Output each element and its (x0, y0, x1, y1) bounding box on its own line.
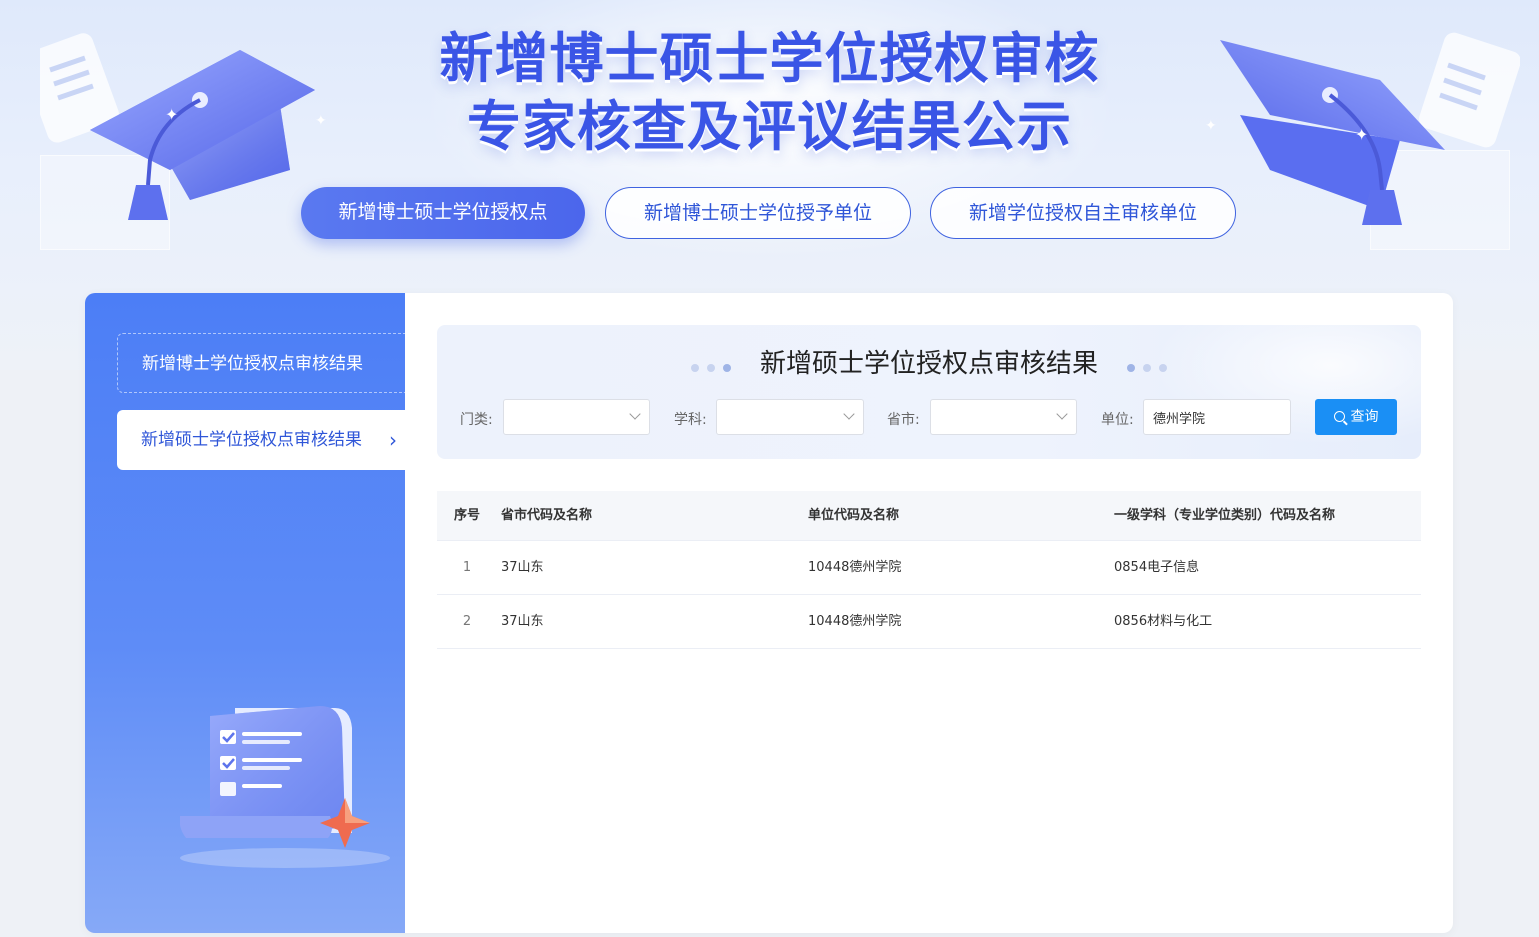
table-row: 1 37山东 10448德州学院 0854电子信息 (437, 541, 1421, 595)
table-header: 序号 省市代码及名称 单位代码及名称 一级学科（专业学位类别）代码及名称 (437, 491, 1421, 541)
unit-input[interactable] (1143, 399, 1291, 435)
subject-label: 学科: (674, 412, 707, 428)
chevron-right-icon: › (389, 428, 397, 452)
sidebar: 新增博士学位授权点审核结果 新增硕士学位授权点审核结果 › (85, 293, 405, 933)
chevron-down-icon (843, 408, 855, 420)
column-header-unit: 单位代码及名称 (808, 508, 900, 523)
decor-dots (1127, 357, 1175, 376)
content-area: 新增硕士学位授权点审核结果 门类: 学科: 省市: 单位: 查询 (437, 325, 1421, 649)
chevron-down-icon (1056, 408, 1068, 420)
query-button[interactable]: 查询 (1315, 399, 1397, 435)
row-unit: 10448德州学院 (808, 614, 902, 629)
sidebar-item-doctoral-results[interactable]: 新增博士学位授权点审核结果 (117, 333, 405, 393)
row-province: 37山东 (501, 614, 544, 629)
row-province: 37山东 (501, 560, 544, 575)
tab-degree-granting-units[interactable]: 新增博士硕士学位授予单位 (605, 187, 911, 239)
table-row: 2 37山东 10448德州学院 0856材料与化工 (437, 595, 1421, 649)
sidebar-item-label: 新增博士学位授权点审核结果 (142, 354, 363, 374)
row-index: 1 (462, 560, 472, 575)
row-subject: 0854电子信息 (1114, 560, 1200, 575)
tab-self-review-units[interactable]: 新增学位授权自主审核单位 (930, 187, 1236, 239)
query-button-label: 查询 (1350, 409, 1379, 425)
unit-label: 单位: (1101, 412, 1134, 428)
search-icon (1333, 411, 1345, 422)
province-label: 省市: (887, 412, 920, 428)
checklist-document-icon (180, 706, 390, 868)
chevron-down-icon (629, 408, 641, 420)
row-unit: 10448德州学院 (808, 560, 902, 575)
section-title: 新增硕士学位授权点审核结果 (759, 349, 1098, 379)
sidebar-item-master-results[interactable]: 新增硕士学位授权点审核结果 › (117, 410, 405, 470)
column-header-subject: 一级学科（专业学位类别）代码及名称 (1114, 508, 1336, 523)
results-table: 序号 省市代码及名称 单位代码及名称 一级学科（专业学位类别）代码及名称 1 3… (437, 491, 1421, 649)
row-subject: 0856材料与化工 (1114, 614, 1213, 629)
main-card: 新增博士学位授权点审核结果 新增硕士学位授权点审核结果 › 新增硕士学位授权点审… (85, 293, 1453, 933)
subject-select[interactable] (716, 399, 864, 435)
category-select[interactable] (503, 399, 650, 435)
column-header-province: 省市代码及名称 (501, 508, 593, 523)
filter-panel: 新增硕士学位授权点审核结果 门类: 学科: 省市: 单位: 查询 (437, 325, 1421, 459)
page-title-line-2: 专家核查及评议结果公示 (467, 95, 1072, 158)
row-index: 2 (462, 614, 472, 629)
column-header-index: 序号 (453, 508, 480, 523)
category-label: 门类: (460, 412, 493, 428)
top-tabs: 新增博士硕士学位授权点 新增博士硕士学位授予单位 新增学位授权自主审核单位 (0, 187, 1539, 239)
tab-degree-authorization-points[interactable]: 新增博士硕士学位授权点 (301, 187, 585, 239)
sidebar-item-label: 新增硕士学位授权点审核结果 (141, 430, 362, 450)
province-select[interactable] (930, 399, 1077, 435)
